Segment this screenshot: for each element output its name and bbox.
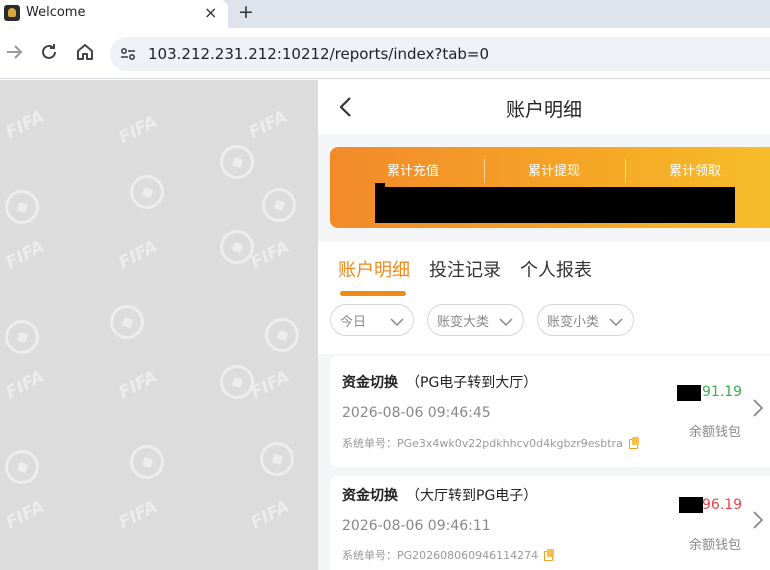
record-type: 资金切换 bbox=[342, 375, 398, 391]
football-icon bbox=[220, 145, 254, 179]
record-order: 系统单号：PG202608060946114274 bbox=[342, 547, 555, 563]
list-item[interactable]: 资金切换 （PG电子转到大厅） 2026-08-06 09:46:45 系统单号：… bbox=[330, 356, 770, 467]
football-icon bbox=[5, 450, 39, 484]
record-title: 资金切换 （大厅转到PG电子） bbox=[342, 485, 537, 505]
total-deposit-label: 累计充值 bbox=[386, 164, 439, 179]
football-icon bbox=[260, 442, 294, 476]
tab-close-icon[interactable]: × bbox=[204, 3, 217, 22]
address-bar[interactable]: 103.212.231.212:10212/reports/index?tab=… bbox=[110, 37, 770, 71]
tab-bet-records[interactable]: 投注记录 bbox=[429, 256, 501, 282]
fifa-watermark: FIFA bbox=[115, 496, 161, 534]
record-amount: 96.19 bbox=[702, 497, 743, 513]
chevron-down-icon bbox=[498, 314, 514, 328]
filter-label: 账变大类 bbox=[437, 315, 490, 330]
account-details-page: 账户明细 累计充值 累计提现 累计领取 账户明细 投注记录 个人报表 今日 账变… bbox=[318, 80, 770, 570]
redacted-amounts bbox=[375, 187, 735, 223]
filter-bar: 今日 账变大类 账变小类 bbox=[318, 297, 770, 354]
order-number: PG202608060946114274 bbox=[397, 549, 539, 562]
fifa-watermark: FIFA bbox=[247, 236, 293, 274]
record-amount: 91.19 bbox=[702, 384, 743, 400]
football-icon bbox=[130, 175, 164, 209]
record-subtitle: （PG电子转到大厅） bbox=[406, 375, 538, 391]
site-favicon-icon bbox=[4, 5, 20, 21]
url-text: 103.212.231.212:10212/reports/index?tab=… bbox=[148, 45, 490, 63]
wallet-label: 余额钱包 bbox=[689, 425, 742, 440]
football-icon bbox=[130, 445, 164, 479]
wallet-label: 余额钱包 bbox=[689, 538, 742, 553]
record-subtitle: （大厅转到PG电子） bbox=[406, 488, 538, 504]
football-icon bbox=[262, 188, 296, 222]
fifa-watermark: FIFA bbox=[115, 366, 161, 404]
forward-icon[interactable] bbox=[2, 40, 26, 64]
tabs-bar: 账户明细 投注记录 个人报表 bbox=[318, 242, 770, 297]
tab-title: Welcome bbox=[26, 5, 86, 20]
fifa-watermark: FIFA bbox=[2, 366, 48, 404]
tab-personal-report[interactable]: 个人报表 bbox=[520, 256, 592, 282]
redacted-amount bbox=[679, 497, 703, 513]
fifa-watermark: FIFA bbox=[247, 496, 293, 534]
fifa-watermark: FIFA bbox=[2, 496, 48, 534]
active-tab-indicator bbox=[340, 291, 406, 296]
home-icon[interactable] bbox=[73, 40, 97, 64]
new-tab-button[interactable]: + bbox=[238, 1, 254, 23]
order-label: 系统单号： bbox=[342, 549, 397, 562]
total-claim-label: 累计领取 bbox=[668, 164, 721, 179]
filter-label: 账变小类 bbox=[547, 315, 600, 330]
fifa-watermark: FIFA bbox=[245, 106, 291, 144]
list-item[interactable]: 资金切换 （大厅转到PG电子） 2026-08-06 09:46:11 系统单号：… bbox=[330, 476, 770, 570]
order-label: 系统单号： bbox=[342, 437, 397, 450]
fifa-watermark: FIFA bbox=[2, 106, 48, 144]
copy-icon[interactable] bbox=[628, 437, 640, 449]
filter-label: 今日 bbox=[340, 315, 367, 330]
divider bbox=[625, 159, 626, 183]
total-withdraw-label: 累计提现 bbox=[527, 164, 580, 179]
browser-tab-strip: Welcome × + bbox=[0, 0, 770, 28]
football-icon bbox=[5, 190, 39, 224]
chevron-right-icon[interactable] bbox=[751, 510, 765, 530]
redacted-amount bbox=[677, 385, 701, 401]
category-filter[interactable]: 账变大类 bbox=[427, 304, 524, 336]
tab-account-details[interactable]: 账户明细 bbox=[338, 256, 410, 282]
football-icon bbox=[220, 365, 254, 399]
fifa-watermark: FIFA bbox=[115, 236, 161, 274]
chevron-right-icon[interactable] bbox=[751, 398, 765, 418]
browser-tab[interactable]: Welcome × bbox=[0, 0, 228, 28]
site-info-icon[interactable] bbox=[118, 44, 138, 64]
summary-card: 累计充值 累计提现 累计领取 bbox=[330, 147, 770, 228]
divider bbox=[484, 159, 485, 183]
chevron-down-icon bbox=[608, 314, 624, 328]
fifa-watermark: FIFA bbox=[115, 111, 161, 149]
fifa-watermark: FIFA bbox=[2, 236, 48, 274]
background-pattern: FIFA FIFA FIFA FIFA FIFA FIFA FIFA FIFA … bbox=[0, 80, 318, 570]
date-filter[interactable]: 今日 bbox=[330, 304, 414, 336]
page-header: 账户明细 bbox=[318, 80, 770, 134]
football-icon bbox=[110, 305, 144, 339]
record-type: 资金切换 bbox=[342, 488, 398, 504]
page-title: 账户明细 bbox=[505, 99, 582, 121]
reload-icon[interactable] bbox=[37, 40, 61, 64]
record-order: 系统单号：PGe3x4wk0v22pdkhhcv0d4kgbzr9esbtra bbox=[342, 435, 640, 451]
football-icon bbox=[265, 318, 299, 352]
browser-toolbar: 103.212.231.212:10212/reports/index?tab=… bbox=[0, 28, 770, 79]
order-number: PGe3x4wk0v22pdkhhcv0d4kgbzr9esbtra bbox=[397, 437, 623, 450]
record-time: 2026-08-06 09:46:45 bbox=[342, 405, 491, 421]
chevron-down-icon bbox=[389, 314, 405, 328]
subcategory-filter[interactable]: 账变小类 bbox=[537, 304, 634, 336]
record-time: 2026-08-06 09:46:11 bbox=[342, 518, 491, 534]
redacted-amounts bbox=[375, 183, 385, 193]
record-title: 资金切换 （PG电子转到大厅） bbox=[342, 372, 537, 392]
copy-icon[interactable] bbox=[544, 549, 555, 561]
fifa-watermark: FIFA bbox=[247, 366, 293, 404]
football-icon bbox=[5, 320, 39, 354]
